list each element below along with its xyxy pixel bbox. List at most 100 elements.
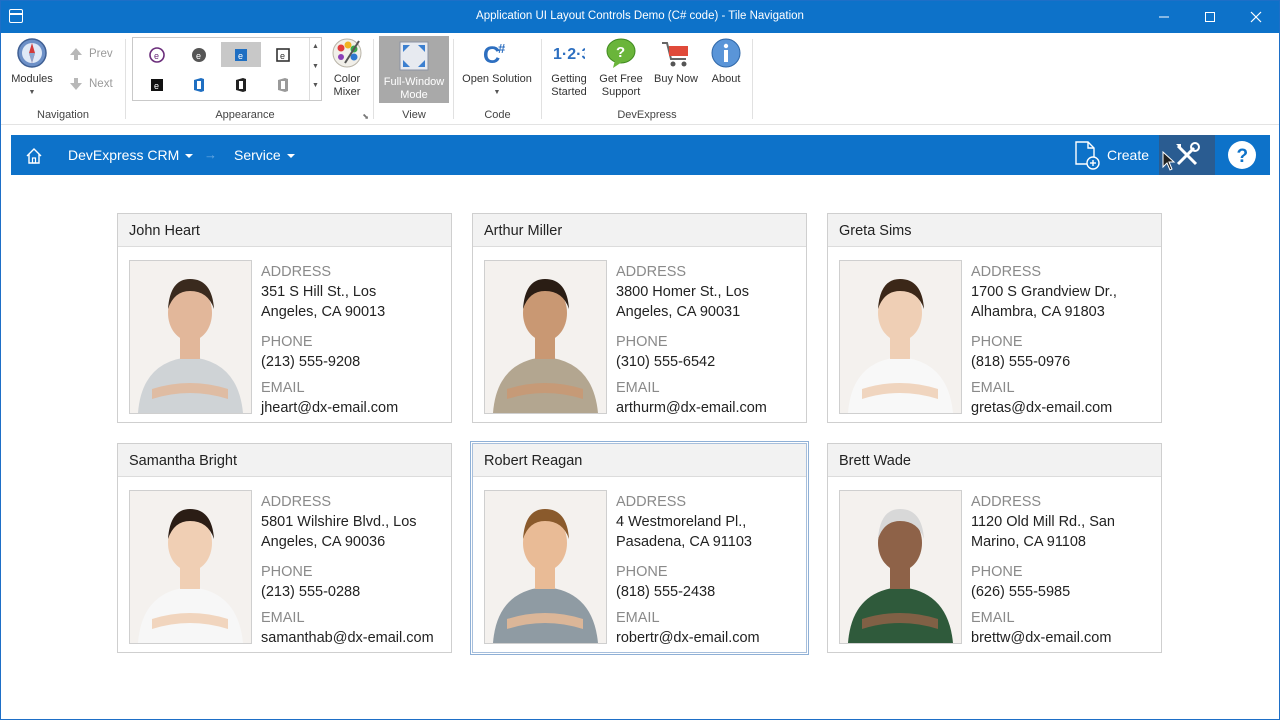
- close-button[interactable]: [1233, 1, 1279, 33]
- free-support-label-1: Get Free: [599, 73, 643, 85]
- contact-tile[interactable]: Arthur Miller ADDRESS 3800 Homer St., Los A…: [472, 213, 807, 423]
- home-icon: [26, 148, 42, 164]
- contact-name: Arthur Miller: [473, 214, 806, 247]
- contact-photo: [839, 260, 962, 414]
- contact-details: ADDRESS 1120 Old Mill Rd., San Marino, CA …: [971, 492, 1161, 648]
- compass-icon: [16, 37, 48, 69]
- dialog-launcher-icon[interactable]: ⬊: [362, 112, 369, 121]
- color-palette-icon: [331, 37, 363, 69]
- email-value[interactable]: arthurm@dx-email.com: [616, 398, 806, 418]
- skin-option[interactable]: e: [263, 42, 303, 67]
- color-mixer-label-2: Mixer: [333, 86, 361, 98]
- svg-text:e: e: [238, 51, 243, 61]
- svg-text:?: ?: [1237, 146, 1249, 167]
- phone-value: (818) 555-2438: [616, 584, 716, 600]
- address-line-2: Marino, CA 91108: [971, 534, 1086, 550]
- breadcrumb-devexpress-crm[interactable]: DevExpress CRM: [68, 147, 194, 163]
- group-label-devexpress: DevExpress: [617, 109, 677, 121]
- address-line-1: 1700 S Grandview Dr.,: [971, 284, 1117, 300]
- skin-icon: e: [192, 47, 206, 62]
- email-label: EMAIL: [971, 380, 1015, 396]
- skin-icon: e: [149, 46, 165, 63]
- title-bar: Application UI Layout Controls Demo (C# …: [1, 1, 1279, 33]
- csharp-icon: C #: [481, 37, 513, 69]
- skin-option[interactable]: [221, 72, 261, 97]
- email-value[interactable]: brettw@dx-email.com: [971, 628, 1161, 648]
- new-document-icon: [1075, 141, 1100, 170]
- skin-option[interactable]: [179, 72, 219, 97]
- breadcrumb-separator-icon: →: [204, 147, 217, 162]
- arrow-down-icon: [70, 78, 82, 90]
- phone-label: PHONE: [261, 334, 313, 350]
- tools-button[interactable]: [1159, 135, 1215, 175]
- chevron-down-icon: [185, 154, 194, 159]
- chevron-down-icon[interactable]: ▼: [310, 58, 321, 78]
- buy-now-label: Buy Now: [653, 73, 699, 85]
- skin-icon: e: [151, 78, 163, 91]
- gallery-expand-icon[interactable]: ▼: [310, 78, 321, 98]
- contact-photo: [129, 490, 252, 644]
- email-label: EMAIL: [616, 380, 660, 396]
- svg-text:?: ?: [616, 44, 625, 61]
- open-solution-button[interactable]: C # Open Solution ▼: [459, 37, 535, 99]
- modules-button[interactable]: Modules ▼: [7, 37, 57, 99]
- window-title: Application UI Layout Controls Demo (C# …: [476, 10, 804, 22]
- minimize-button[interactable]: [1141, 1, 1187, 33]
- home-button[interactable]: [25, 147, 43, 170]
- email-value[interactable]: robertr@dx-email.com: [616, 628, 806, 648]
- email-label: EMAIL: [616, 610, 660, 626]
- breadcrumb-service[interactable]: Service: [234, 147, 295, 163]
- chevron-down-icon: ▼: [493, 89, 501, 96]
- mouse-cursor-icon: [1162, 151, 1176, 171]
- group-divider: [373, 39, 374, 119]
- next-label: Next: [89, 78, 113, 90]
- email-value[interactable]: jheart@dx-email.com: [261, 398, 451, 418]
- full-window-mode-button[interactable]: Full-Window Mode: [379, 36, 449, 103]
- help-button[interactable]: ?: [1227, 135, 1257, 175]
- free-support-button[interactable]: ? Get Free Support: [597, 37, 645, 99]
- gallery-scroll[interactable]: ▲ ▼ ▼: [309, 38, 321, 100]
- skin-option[interactable]: [263, 72, 303, 97]
- person-photo-icon: [485, 491, 606, 643]
- skin-option[interactable]: e: [137, 42, 177, 67]
- about-button[interactable]: About: [705, 37, 747, 86]
- info-icon: [710, 37, 742, 69]
- breadcrumb-label: DevExpress CRM: [68, 147, 180, 163]
- contact-tile[interactable]: Greta Sims ADDRESS 1700 S Grandview Dr., Al…: [827, 213, 1162, 423]
- getting-started-button[interactable]: 1·2·3 Getting Started: [547, 37, 591, 99]
- contact-details: ADDRESS 4 Westmoreland Pl., Pasadena, CA 9…: [616, 492, 806, 648]
- group-label-navigation: Navigation: [37, 109, 89, 121]
- contact-tile[interactable]: John Heart ADDRESS 351 S Hill St., Los Ange…: [117, 213, 452, 423]
- maximize-icon: [1205, 12, 1215, 22]
- contact-tile[interactable]: Samantha Bright ADDRESS 5801 Wilshire Blvd…: [117, 443, 452, 653]
- contact-photo: [129, 260, 252, 414]
- contact-details: ADDRESS 351 S Hill St., Los Angeles, CA 90…: [261, 262, 451, 418]
- buy-now-button[interactable]: Buy Now: [651, 37, 701, 86]
- address-label: ADDRESS: [261, 494, 332, 510]
- email-value[interactable]: gretas@dx-email.com: [971, 398, 1161, 418]
- wrench-screwdriver-icon: [1176, 142, 1200, 166]
- prev-button[interactable]: Prev: [69, 47, 113, 61]
- free-support-label-2: Support: [601, 86, 641, 98]
- email-value[interactable]: samanthab@dx-email.com: [261, 628, 451, 648]
- maximize-button[interactable]: [1187, 1, 1233, 33]
- ribbon-group-navigation: Modules ▼ Prev Next Navigation: [1, 33, 125, 125]
- skin-option[interactable]: e: [179, 42, 219, 67]
- minimize-icon: [1159, 16, 1169, 18]
- phone-label: PHONE: [261, 564, 313, 580]
- color-mixer-button[interactable]: Color Mixer: [327, 37, 367, 99]
- skin-option[interactable]: e: [137, 72, 177, 97]
- skin-option-selected[interactable]: e: [221, 42, 261, 67]
- getting-started-label-1: Getting: [551, 73, 587, 85]
- contact-tile[interactable]: Brett Wade ADDRESS 1120 Old Mill Rd., San M…: [827, 443, 1162, 653]
- full-window-label-1: Full-Window: [383, 76, 445, 88]
- chevron-up-icon[interactable]: ▲: [310, 38, 321, 58]
- person-photo-icon: [130, 261, 251, 413]
- phone-label: PHONE: [616, 334, 668, 350]
- next-button[interactable]: Next: [69, 77, 113, 91]
- create-button[interactable]: Create: [1073, 135, 1149, 175]
- svg-text:#: #: [498, 41, 506, 56]
- contact-tile[interactable]: Robert Reagan ADDRESS 4 Westmoreland Pl., P…: [470, 441, 809, 655]
- address-label: ADDRESS: [971, 494, 1042, 510]
- address-line-2: Angeles, CA 90036: [261, 534, 386, 550]
